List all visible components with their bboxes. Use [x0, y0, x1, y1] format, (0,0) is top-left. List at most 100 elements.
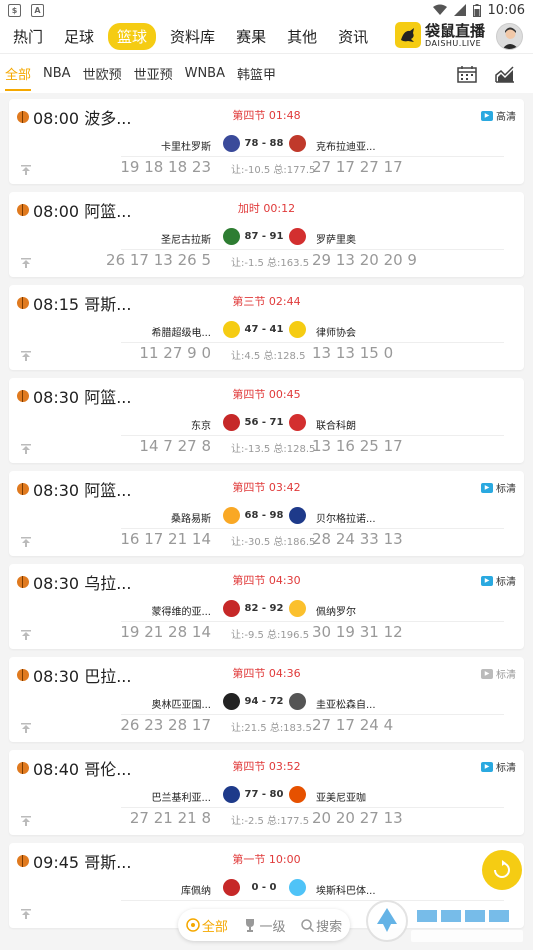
pin-icon[interactable] [21, 351, 31, 361]
avatar[interactable] [496, 23, 523, 50]
match-card[interactable]: 08:30 巴拉... 第四节 04:36 ▶ 标清 奥林匹亚国... 94 -… [9, 657, 524, 742]
home-team: 桑路易斯 [171, 514, 211, 525]
pin-icon[interactable] [21, 165, 31, 175]
match-card[interactable]: 08:30 阿篮... 第四节 03:42 ▶ 标清 桑路易斯 68 - 98 … [9, 471, 524, 556]
match-status: 第四节 01:48 [232, 109, 301, 122]
tab-results[interactable]: 赛果 [229, 23, 273, 50]
tv-icon: ▶ [481, 761, 493, 772]
battery-icon [472, 3, 481, 17]
match-status: 加时 00:12 [237, 202, 296, 215]
away-team-logo-icon [289, 507, 306, 524]
away-quarter-scores: 20 20 27 13 [312, 809, 403, 827]
match-status: 第四节 04:30 [232, 574, 301, 587]
home-quarter-scores: 11 27 9 0 [139, 344, 211, 362]
away-team: 亚美尼亚咖 [316, 793, 366, 804]
away-quarter-scores: 13 13 15 0 [312, 344, 394, 362]
calendar-icon[interactable] [457, 65, 477, 83]
tab-basketball[interactable]: 篮球 [108, 23, 157, 50]
away-team-logo-icon [289, 879, 306, 896]
away-team-logo-icon [289, 600, 306, 617]
match-card[interactable]: 08:40 哥伦... 第四节 03:52 ▶ 标清 巴兰基利亚... 77 -… [9, 750, 524, 835]
pin-icon[interactable] [21, 630, 31, 640]
pin-icon[interactable] [21, 723, 31, 733]
tv-icon: ▶ [481, 110, 493, 121]
tab-wc-europe-qual[interactable]: 世欧预 [83, 56, 122, 91]
status-bar: $ A 10:06 [0, 0, 533, 20]
score: 78 - 88 [244, 138, 284, 149]
refresh-button[interactable] [482, 850, 522, 890]
brand-name: 袋鼠直播 [424, 21, 485, 40]
home-quarter-scores: 27 21 21 8 [129, 809, 211, 827]
sport-tabs: 热门 足球 篮球 资料库 赛果 其他 资讯 袋鼠直播 DAISHU.LIVE [0, 20, 533, 53]
pin-icon[interactable] [21, 909, 31, 919]
tab-wc-asia-qual[interactable]: 世亚预 [134, 56, 173, 91]
home-quarter-scores: 26 23 28 17 [120, 716, 211, 734]
home-team-logo-icon [223, 228, 240, 245]
all-filter-icon [186, 918, 200, 932]
match-card[interactable]: 08:15 哥斯... 第三节 02:44 希腊超级电... 47 - 41 律… [9, 285, 524, 370]
match-list: 08:00 波多... 第四节 01:48 ▶ 高清 卡里杜罗斯 78 - 88… [0, 93, 533, 928]
stream-quality-badge[interactable]: ▶ 标清 [481, 666, 516, 681]
league-tabs: 全部 NBA 世欧预 世亚预 WNBA 韩篮甲 [0, 53, 533, 93]
odds: 让:-30.5 总:186.5 [231, 537, 316, 548]
pin-icon[interactable] [21, 816, 31, 826]
match-status: 第四节 00:45 [232, 388, 301, 401]
away-quarter-scores: 13 16 25 17 [312, 437, 403, 455]
tab-korea-league[interactable]: 韩篮甲 [237, 56, 276, 91]
font-notification-icon: A [31, 3, 44, 17]
filter-level-one[interactable]: 一级 [243, 916, 285, 935]
match-card[interactable]: 08:30 乌拉... 第四节 04:30 ▶ 标清 蒙得维的亚... 82 -… [9, 564, 524, 649]
match-status: 第四节 04:36 [232, 667, 301, 680]
home-team-logo-icon [223, 879, 240, 896]
trophy-icon [246, 919, 255, 932]
away-quarter-scores: 28 24 33 13 [312, 530, 403, 548]
home-team: 蒙得维的亚... [151, 607, 211, 618]
tab-wnba[interactable]: WNBA [185, 58, 225, 89]
pin-icon[interactable] [21, 537, 31, 547]
home-team: 东京 [191, 421, 211, 432]
kangaroo-icon [394, 22, 421, 48]
away-team-logo-icon [289, 135, 306, 152]
away-team: 贝尔格拉诺... [316, 514, 376, 525]
tab-other[interactable]: 其他 [280, 23, 324, 50]
stream-quality-badge[interactable]: ▶ 标清 [481, 480, 516, 495]
tab-news[interactable]: 资讯 [331, 23, 375, 50]
wifi-icon [432, 4, 447, 15]
home-team-logo-icon [223, 414, 240, 431]
home-quarter-scores: 19 21 28 14 [120, 623, 211, 641]
odds: 让:4.5 总:128.5 [231, 351, 306, 362]
stream-quality-badge[interactable]: ▶ 高清 [481, 108, 516, 123]
app-notification-icon: $ [8, 3, 21, 17]
search-icon [301, 918, 315, 932]
away-quarter-scores: 29 13 20 20 9 [312, 251, 417, 269]
stream-quality-badge[interactable]: ▶ 标清 [481, 759, 516, 774]
tab-hot[interactable]: 热门 [6, 23, 50, 50]
tab-football[interactable]: 足球 [57, 23, 101, 50]
score: 0 - 0 [251, 882, 277, 893]
match-card[interactable]: 08:00 波多... 第四节 01:48 ▶ 高清 卡里杜罗斯 78 - 88… [9, 99, 524, 184]
tab-database[interactable]: 资料库 [163, 23, 222, 50]
away-team: 联合科朗 [316, 421, 356, 432]
brand-sub: DAISHU.LIVE [424, 38, 482, 48]
away-team-logo-icon [289, 414, 306, 431]
match-card[interactable]: 08:30 阿篮... 第四节 00:45 东京 56 - 71 联合科朗 14… [9, 378, 524, 463]
home-team: 卡里杜罗斯 [161, 142, 211, 153]
home-quarter-scores: 14 7 27 8 [139, 437, 211, 455]
score: 68 - 98 [244, 510, 284, 521]
tab-all[interactable]: 全部 [5, 56, 32, 91]
filter-all[interactable]: 全部 [186, 916, 228, 935]
home-team: 奥林匹亚国... [151, 700, 211, 711]
pin-icon[interactable] [21, 444, 31, 454]
pin-icon[interactable] [21, 258, 31, 268]
match-card[interactable]: 08:00 阿篮... 加时 00:12 圣尼古拉斯 87 - 91 罗萨里奥 … [9, 192, 524, 277]
filter-search[interactable]: 搜索 [301, 916, 342, 935]
odds: 让:-9.5 总:196.5 [231, 630, 310, 641]
tv-icon: ▶ [481, 668, 493, 679]
trend-chart-icon[interactable] [495, 65, 515, 83]
score: 56 - 71 [244, 417, 284, 428]
tab-nba[interactable]: NBA [43, 58, 71, 89]
home-quarter-scores: 19 18 18 23 [120, 158, 211, 176]
filter-bar: 全部 一级 搜索 [178, 909, 350, 941]
clock: 10:06 [487, 2, 525, 18]
stream-quality-badge[interactable]: ▶ 标清 [481, 573, 516, 588]
